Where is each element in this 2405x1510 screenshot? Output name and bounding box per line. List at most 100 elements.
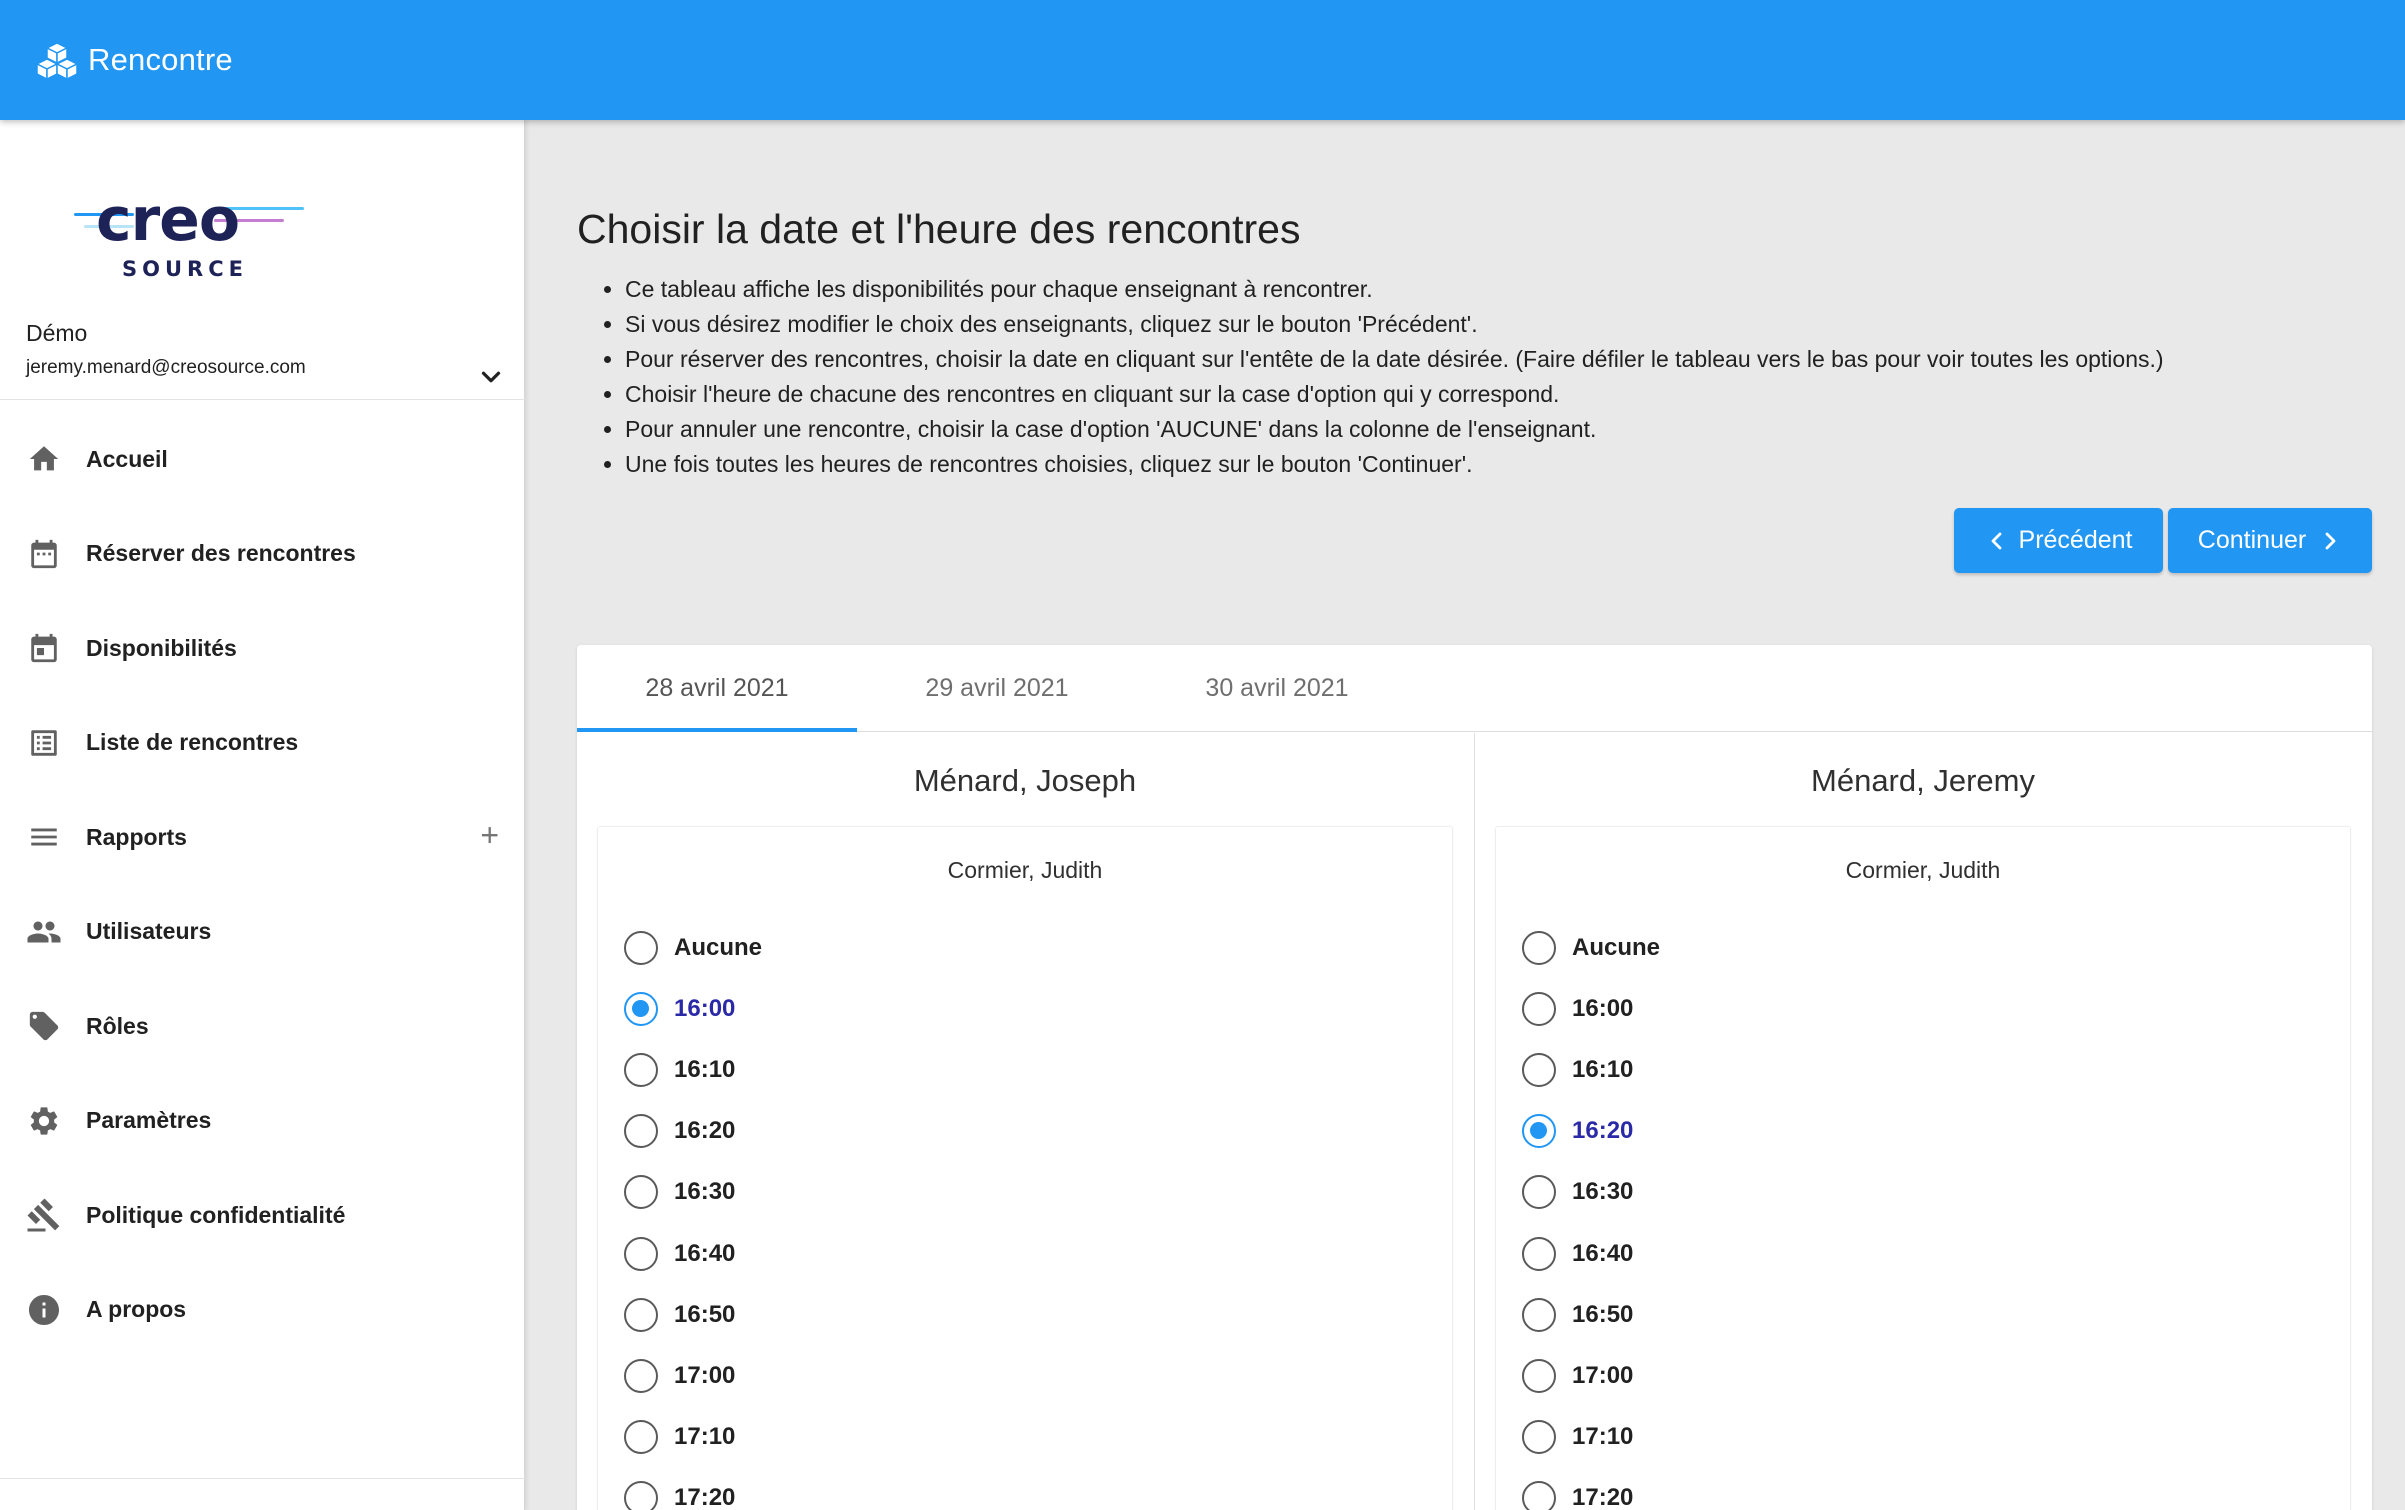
radio-button[interactable]	[1522, 1175, 1556, 1210]
radio-button[interactable]	[624, 1358, 658, 1393]
time-option[interactable]: 16:10	[624, 1039, 762, 1100]
time-option[interactable]: 17:10	[1522, 1407, 1660, 1468]
sidebar-item-reserver[interactable]: Réserver des rencontres	[0, 507, 525, 602]
menu-icon	[26, 819, 62, 855]
active-tab-indicator	[577, 728, 857, 732]
user-name: Démo	[26, 320, 88, 346]
time-option[interactable]: 16:00	[624, 978, 762, 1039]
instructions-list: Ce tableau affiche les disponibilités po…	[625, 272, 2385, 482]
radio-button[interactable]	[624, 1114, 658, 1149]
radio-button[interactable]	[1522, 1358, 1556, 1393]
student-name: Cormier, Judith	[1845, 857, 2001, 883]
time-option-label: 17:00	[674, 1361, 736, 1389]
sidebar-item-label: Rôles	[86, 1012, 149, 1039]
chevron-right-icon	[2325, 532, 2336, 549]
sidebar-item-utilisateurs[interactable]: Utilisateurs	[0, 885, 525, 980]
teacher-name: Ménard, Jeremy	[1811, 763, 2035, 798]
time-option-label: 16:40	[1572, 1239, 1634, 1267]
sidebar-item-label: Utilisateurs	[86, 918, 212, 945]
sidebar-item-parametres[interactable]: Paramètres	[0, 1074, 525, 1169]
radio-button[interactable]	[624, 991, 658, 1026]
radio-button[interactable]	[1522, 1297, 1556, 1332]
user-email: jeremy.menard@creosource.com	[26, 357, 306, 378]
brand-logo: creo SOURCE	[74, 185, 314, 295]
radio-button[interactable]	[1522, 1481, 1556, 1510]
sidebar-nav: Accueil Réserver des rencontres Disponib…	[0, 412, 525, 1357]
teacher-column: Ménard, Jeremy Cormier, Judith Aucune 16…	[1475, 733, 2371, 1510]
time-option-label: 16:40	[674, 1239, 736, 1267]
gavel-icon	[26, 1197, 62, 1233]
time-option-label: 16:20	[1572, 1117, 1634, 1145]
time-option[interactable]: 16:20	[1522, 1101, 1660, 1162]
radio-button[interactable]	[1522, 1236, 1556, 1271]
sidebar-item-label: A propos	[86, 1296, 187, 1323]
radio-button[interactable]	[624, 1481, 658, 1510]
tab-29-avril[interactable]: 29 avril 2021	[857, 645, 1137, 732]
time-option-label: Aucune	[1572, 933, 1661, 961]
time-option[interactable]: 16:40	[1522, 1223, 1660, 1284]
brand-subtitle: SOURCE	[122, 257, 248, 281]
radio-button[interactable]	[1522, 991, 1556, 1026]
sidebar-item-apropos[interactable]: A propos	[0, 1263, 525, 1358]
time-option-label: 17:00	[1572, 1361, 1634, 1389]
time-option[interactable]: 17:00	[1522, 1345, 1660, 1406]
chevron-down-icon[interactable]	[476, 362, 506, 392]
time-option[interactable]: 16:20	[624, 1101, 762, 1162]
tab-28-avril[interactable]: 28 avril 2021	[577, 645, 857, 732]
time-option[interactable]: 17:20	[1522, 1468, 1660, 1510]
time-option[interactable]: 16:50	[624, 1284, 762, 1345]
time-option[interactable]: 17:20	[624, 1468, 762, 1510]
sidebar-item-label: Accueil	[86, 445, 168, 472]
sidebar-item-liste[interactable]: Liste de rencontres	[0, 696, 525, 791]
radio-button[interactable]	[624, 1420, 658, 1455]
time-option[interactable]: 17:00	[624, 1345, 762, 1406]
continue-button-label: Continuer	[2197, 526, 2307, 554]
instruction-item: Pour réserver des rencontres, choisir la…	[625, 342, 2385, 377]
user-account-switcher[interactable]: Démo jeremy.menard@creosource.com	[26, 320, 506, 400]
radio-button[interactable]	[624, 930, 658, 965]
continue-button[interactable]: Continuer	[2168, 508, 2372, 573]
radio-button[interactable]	[624, 1052, 658, 1087]
time-option[interactable]: 16:10	[1522, 1039, 1660, 1100]
sidebar-item-accueil[interactable]: Accueil	[0, 412, 525, 507]
radio-button[interactable]	[1522, 930, 1556, 965]
student-name: Cormier, Judith	[947, 857, 1103, 883]
sidebar: creo SOURCE Démo jeremy.menard@creosourc…	[0, 120, 525, 1510]
instruction-item: Ce tableau affiche les disponibilités po…	[625, 272, 2385, 307]
expand-plus-icon[interactable]: +	[480, 819, 499, 851]
time-option-label: 16:20	[674, 1117, 736, 1145]
sidebar-item-label: Politique confidentialité	[86, 1201, 346, 1228]
radio-button[interactable]	[1522, 1420, 1556, 1455]
sidebar-item-disponibilites[interactable]: Disponibilités	[0, 601, 525, 696]
radio-button[interactable]	[624, 1175, 658, 1210]
time-option-label: 16:30	[674, 1178, 736, 1206]
sidebar-item-roles[interactable]: Rôles	[0, 979, 525, 1074]
time-option-label: 16:10	[1572, 1055, 1634, 1083]
teacher-column: Ménard, Joseph Cormier, Judith Aucune 16…	[577, 733, 1473, 1510]
tag-icon	[26, 1008, 62, 1044]
tab-30-avril[interactable]: 30 avril 2021	[1137, 645, 1417, 732]
sidebar-item-politique[interactable]: Politique confidentialité	[0, 1168, 525, 1263]
time-option[interactable]: Aucune	[624, 917, 762, 978]
radio-button[interactable]	[1522, 1052, 1556, 1087]
app-title[interactable]: Rencontre	[88, 42, 233, 78]
time-option[interactable]: Aucune	[1522, 917, 1660, 978]
time-option-label: 16:00	[674, 994, 736, 1022]
main-content: Choisir la date et l'heure des rencontre…	[525, 120, 2405, 1510]
previous-button[interactable]: Précédent	[1954, 508, 2163, 573]
time-option[interactable]: 16:00	[1522, 978, 1660, 1039]
time-option[interactable]: 16:30	[624, 1162, 762, 1223]
time-option[interactable]: 16:40	[624, 1223, 762, 1284]
time-option[interactable]: 17:10	[624, 1407, 762, 1468]
time-option[interactable]: 16:50	[1522, 1284, 1660, 1345]
time-option-label: 16:50	[674, 1300, 736, 1328]
radio-button[interactable]	[624, 1236, 658, 1271]
time-option-label: 16:30	[1572, 1178, 1634, 1206]
time-option[interactable]: 16:30	[1522, 1162, 1660, 1223]
cubes-logo-icon	[36, 42, 78, 80]
time-option-label: 16:50	[1572, 1300, 1634, 1328]
info-icon	[26, 1292, 62, 1328]
radio-button[interactable]	[1522, 1114, 1556, 1149]
sidebar-item-rapports[interactable]: Rapports +	[0, 790, 525, 885]
radio-button[interactable]	[624, 1297, 658, 1332]
